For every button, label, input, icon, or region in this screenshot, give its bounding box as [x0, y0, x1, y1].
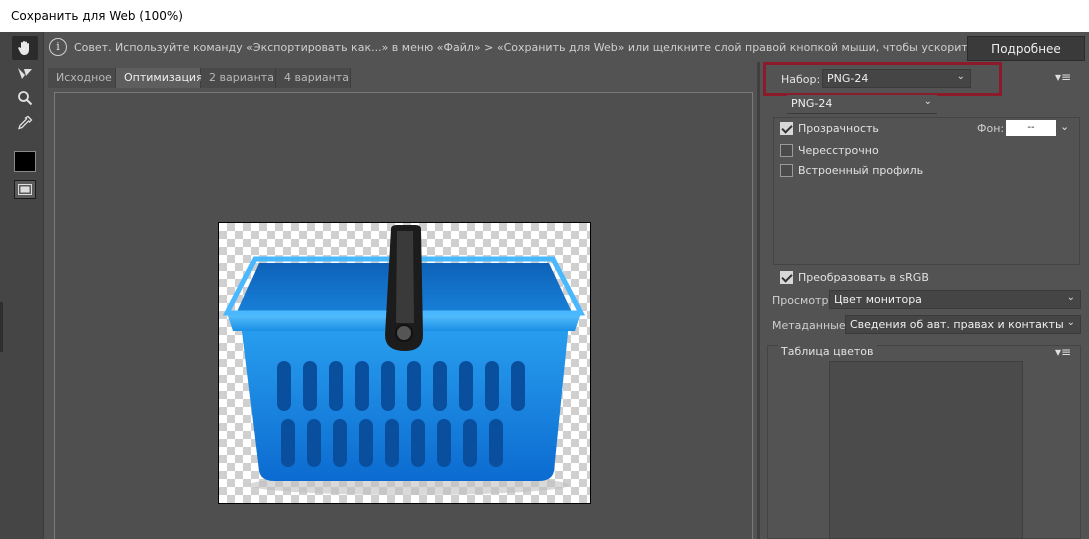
- basket-image: [222, 225, 586, 495]
- chevron-down-icon: ⌄: [1066, 292, 1075, 303]
- slice-select-icon[interactable]: [12, 62, 38, 86]
- preset-highlight-box: [763, 62, 1002, 96]
- window-title: Сохранить для Web (100%): [0, 0, 1089, 32]
- interlaced-label: Чересстрочно: [798, 144, 879, 157]
- embed-profile-label: Встроенный профиль: [798, 164, 924, 177]
- tip-bar: i Совет. Используйте команду «Экспортиро…: [45, 32, 1089, 63]
- panel-divider[interactable]: [757, 62, 760, 539]
- tab-2-up[interactable]: 2 варианта: [201, 68, 276, 88]
- chevron-down-icon: ⌄: [1066, 317, 1075, 328]
- matte-swatch[interactable]: --: [1006, 120, 1056, 136]
- preview-value: Цвет монитора: [834, 293, 922, 306]
- zoom-icon[interactable]: [12, 86, 38, 110]
- preview-label: Просмотр:: [772, 294, 833, 307]
- panel-menu-icon[interactable]: ▾≡: [1055, 70, 1071, 84]
- interlaced-checkbox[interactable]: [780, 144, 793, 157]
- transparency-label: Прозрачность: [798, 122, 879, 135]
- chevron-down-icon: ⌄: [923, 96, 932, 107]
- tab-original[interactable]: Исходное: [48, 68, 116, 88]
- format-settings-group: [773, 117, 1080, 265]
- view-tabs: Исходное Оптимизация 2 варианта 4 вариан…: [48, 68, 753, 88]
- color-table[interactable]: [829, 361, 1023, 539]
- toggle-slices-icon[interactable]: [14, 180, 36, 199]
- transparency-checkbox[interactable]: [780, 122, 793, 135]
- eyedropper-icon[interactable]: [12, 111, 38, 135]
- tab-4-up[interactable]: 4 варианта: [276, 68, 351, 88]
- metadata-value: Сведения об авт. правах и контакты: [850, 318, 1064, 331]
- tool-strip-edge: [0, 302, 3, 352]
- format-select[interactable]: PNG-24 ⌄: [787, 95, 937, 114]
- format-value: PNG-24: [791, 97, 833, 110]
- preview-select[interactable]: Цвет монитора ⌄: [829, 290, 1081, 309]
- hand-tool-icon[interactable]: [12, 36, 38, 60]
- convert-srgb-label: Преобразовать в sRGB: [798, 271, 929, 284]
- chevron-down-icon[interactable]: ⌄: [1060, 120, 1069, 133]
- embed-profile-checkbox[interactable]: [780, 164, 793, 177]
- tool-strip: [0, 32, 44, 539]
- metadata-select[interactable]: Сведения об авт. правах и контакты ⌄: [845, 315, 1081, 334]
- tab-optimized[interactable]: Оптимизация: [116, 68, 203, 88]
- convert-srgb-checkbox[interactable]: [780, 271, 793, 284]
- eyedropper-color-swatch[interactable]: [14, 151, 36, 172]
- matte-label: Фон:: [977, 122, 1005, 135]
- color-table-menu-icon[interactable]: ▾≡: [1055, 345, 1071, 359]
- info-icon: i: [49, 38, 67, 56]
- metadata-label: Метаданные:: [772, 319, 850, 332]
- image-preview[interactable]: [218, 222, 591, 504]
- tip-text: Совет. Используйте команду «Экспортирова…: [74, 41, 1080, 54]
- learn-more-button[interactable]: Подробнее: [967, 36, 1085, 61]
- color-table-label: Таблица цветов: [778, 345, 877, 358]
